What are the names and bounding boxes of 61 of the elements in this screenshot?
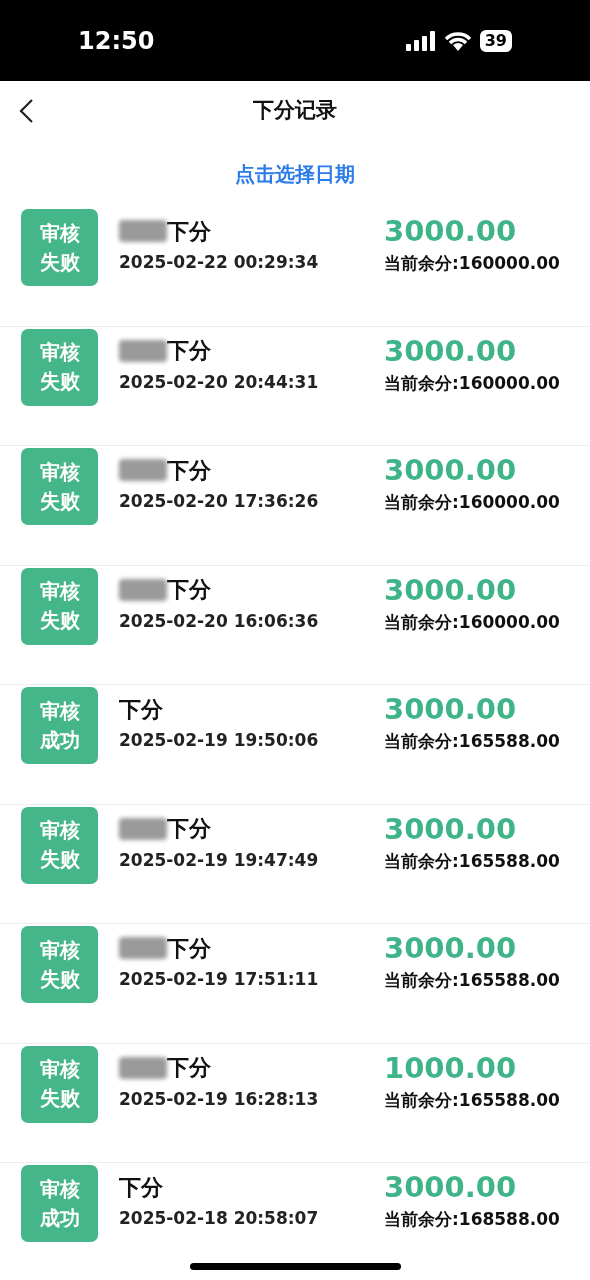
record-title: 下分	[167, 576, 211, 604]
balance: 当前余分:165588.00	[384, 730, 560, 753]
record-time: 2025-02-19 19:50:06	[119, 729, 320, 752]
balance: 当前余分:160000.00	[384, 491, 560, 514]
record-title: 下分	[167, 934, 211, 963]
status-text: 失败	[39, 965, 80, 993]
record-time: 2025-02-20 17:36:26	[119, 490, 320, 513]
status-text: 审核	[39, 458, 80, 486]
wifi-icon	[443, 30, 472, 51]
status-text: 审核	[39, 1056, 80, 1083]
record-title: 下分	[119, 695, 163, 724]
record-time: 2025-02-20 20:44:31	[119, 370, 320, 394]
status-text: 审核	[39, 219, 80, 247]
balance: 当前余分:168588.00	[384, 1208, 560, 1231]
record-title: 下分	[167, 1054, 211, 1082]
status-text: 成功	[39, 1204, 80, 1232]
status-text: 失败	[39, 846, 80, 873]
page-title: 下分记录	[253, 97, 337, 125]
status-text: 失败	[39, 368, 80, 395]
battery-indicator: 39	[479, 29, 512, 52]
amount: 3000.00	[384, 452, 518, 489]
status-text: 成功	[39, 726, 80, 754]
balance: 当前余分:165588.00	[384, 969, 560, 992]
status-text: 失败	[39, 248, 80, 276]
amount: 3000.00	[384, 571, 518, 609]
record-time: 2025-02-19 16:28:13	[119, 1087, 320, 1111]
status-text: 审核	[39, 578, 80, 605]
record-title: 下分	[167, 337, 211, 365]
status-text: 失败	[39, 607, 80, 634]
back-icon[interactable]	[18, 98, 34, 124]
status-text: 审核	[39, 1175, 80, 1203]
balance: 当前余分:165588.00	[384, 1088, 560, 1112]
amount: 3000.00	[384, 810, 518, 848]
clock: 12:50	[78, 25, 155, 57]
status-text: 失败	[39, 1085, 80, 1112]
status-text: 审核	[39, 936, 80, 964]
record-time: 2025-02-18 20:58:07	[119, 1207, 320, 1230]
balance: 当前余分:165588.00	[384, 849, 560, 873]
status-text: 审核	[39, 697, 80, 725]
balance: 当前余分:160000.00	[384, 252, 560, 275]
status-text: 失败	[39, 487, 80, 515]
status-text: 审核	[39, 817, 80, 844]
amount: 3000.00	[384, 930, 518, 967]
record-time: 2025-02-22 00:29:34	[119, 251, 320, 274]
amount: 1000.00	[384, 1049, 518, 1087]
status-text: 审核	[39, 339, 80, 366]
amount: 3000.00	[384, 691, 518, 728]
balance: 当前余分:160000.00	[384, 610, 560, 634]
amount: 3000.00	[384, 213, 518, 250]
balance: 当前余分:160000.00	[384, 371, 560, 395]
signal-icon	[405, 30, 436, 51]
amount: 3000.00	[384, 332, 518, 370]
record-title: 下分	[119, 1173, 163, 1202]
amount: 3000.00	[384, 1169, 518, 1206]
record-title: 下分	[167, 815, 211, 843]
record-time: 2025-02-20 16:06:36	[119, 609, 320, 633]
record-title: 下分	[167, 217, 211, 246]
record-title: 下分	[167, 456, 211, 485]
date-picker-link[interactable]: 点击选择日期	[235, 159, 355, 189]
record-time: 2025-02-19 19:47:49	[119, 848, 320, 872]
record-time: 2025-02-19 17:51:11	[119, 968, 320, 991]
